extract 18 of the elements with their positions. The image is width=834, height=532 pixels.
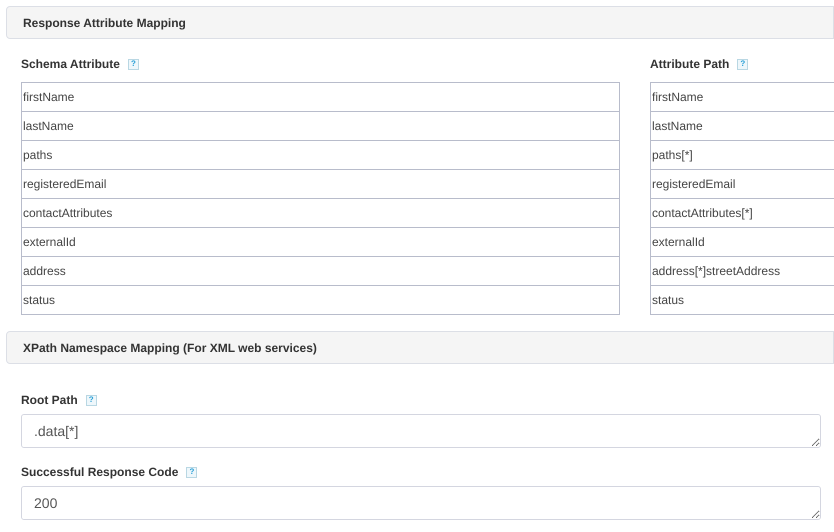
field-label: Attribute Path [650,56,730,73]
input-field[interactable]: externalId [21,227,620,257]
text-field[interactable]: 200 [21,486,821,520]
input-field[interactable]: firstName [650,82,834,112]
input-field[interactable]: lastName [21,111,620,141]
input-field[interactable]: status [21,285,620,315]
section-header: XPath Namespace Mapping (For XML web services) [6,331,834,364]
section-header: Response Attribute Mapping [6,6,834,39]
input-field[interactable]: contactAttributes [21,198,620,228]
field-label: Schema Attribute [21,56,120,73]
input-field[interactable]: status [650,285,834,315]
input-field[interactable]: firstName [21,82,620,112]
input-field[interactable]: address [21,256,620,286]
field-label: Root Path [21,392,78,409]
text-field[interactable]: .data[*] [21,414,821,448]
field-label: Successful Response Code [21,464,178,481]
input-field[interactable]: paths [21,140,620,170]
input-field[interactable]: registeredEmail [21,169,620,199]
